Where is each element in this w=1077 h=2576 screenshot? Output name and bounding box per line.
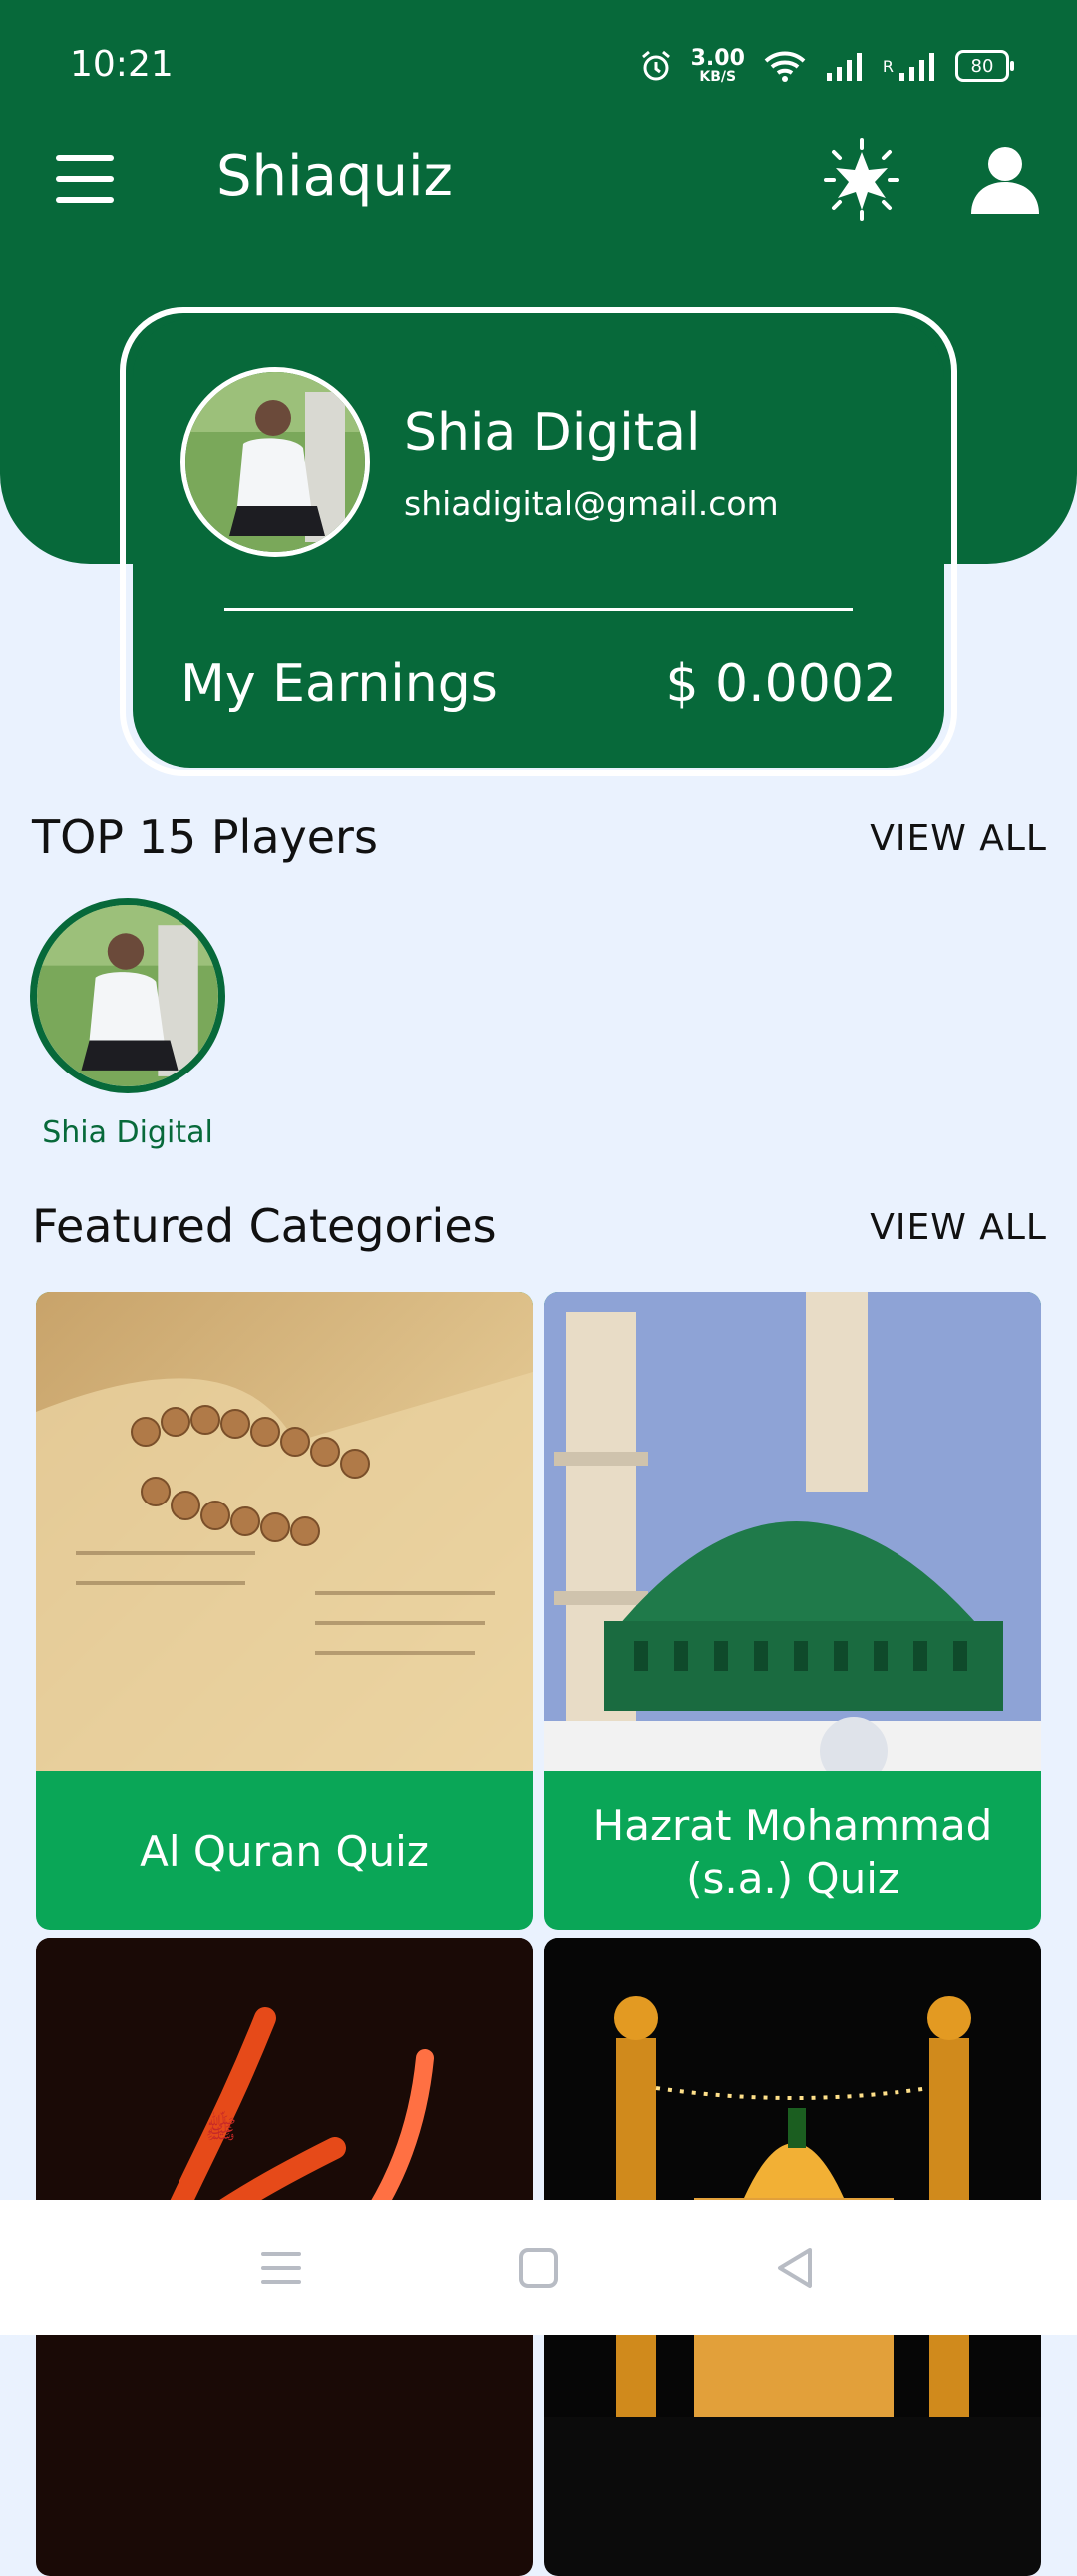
- category-image-mosque: [544, 1292, 1041, 1785]
- top-players-view-all[interactable]: VIEW ALL: [870, 818, 1047, 859]
- earnings-label: My Earnings: [180, 654, 498, 714]
- menu-icon[interactable]: [56, 155, 114, 203]
- signal-icon-2: [899, 53, 934, 81]
- network-speed-unit: KB/S: [699, 69, 737, 85]
- player-item[interactable]: Shia Digital: [30, 898, 225, 1150]
- battery-icon: 80: [955, 50, 1014, 82]
- featured-categories-view-all[interactable]: VIEW ALL: [870, 1207, 1047, 1248]
- status-time: 10:21: [70, 44, 174, 85]
- category-label: [36, 2421, 533, 2576]
- category-card-quran[interactable]: Al Quran Quiz: [36, 1292, 533, 1930]
- status-bar: 10:21 3.00 KB/S R 80: [0, 0, 1077, 130]
- player-avatar[interactable]: [30, 898, 225, 1093]
- player-photo: [37, 905, 218, 1086]
- roaming-indicator: R: [882, 56, 894, 76]
- network-speed-value: 3.00: [690, 46, 745, 71]
- battery-level: 80: [970, 55, 994, 77]
- svg-text:ﷺ: ﷺ: [205, 2110, 236, 2145]
- earnings-value: $ 0.0002: [665, 654, 897, 714]
- profile-icon[interactable]: [965, 140, 1045, 219]
- status-icons: 3.00 KB/S R 80: [639, 38, 1014, 94]
- featured-categories-title: Featured Categories: [32, 1199, 497, 1253]
- category-label: [544, 2421, 1041, 2576]
- category-label: Al Quran Quiz: [140, 1827, 429, 1877]
- back-icon[interactable]: [766, 2238, 826, 2298]
- player-name: Shia Digital: [42, 1115, 213, 1150]
- profile-card[interactable]: Shia Digital shiadigital@gmail.com My Ea…: [133, 319, 944, 768]
- category-card-mohammad[interactable]: Hazrat Mohammad (s.a.) Quiz: [544, 1292, 1041, 1930]
- top-players-title: TOP 15 Players: [32, 810, 378, 864]
- card-divider: [224, 608, 853, 611]
- network-speed: 3.00 KB/S: [690, 46, 745, 85]
- avatar-photo: [185, 372, 365, 552]
- profile-email: shiadigital@gmail.com: [404, 484, 779, 523]
- category-image-shrine: [544, 1938, 1041, 2417]
- star-burst-icon[interactable]: [820, 138, 903, 221]
- wifi-icon: [764, 51, 806, 82]
- signal-icon: [826, 53, 862, 81]
- category-image-quran: [36, 1292, 533, 1771]
- avatar[interactable]: [180, 367, 370, 557]
- recent-apps-icon[interactable]: [251, 2238, 311, 2298]
- category-label: Hazrat Mohammad (s.a.) Quiz: [592, 1801, 993, 1903]
- app-title: Shiaquiz: [216, 144, 453, 209]
- system-nav-bar: [0, 2200, 1077, 2335]
- home-icon[interactable]: [509, 2238, 568, 2298]
- profile-name: Shia Digital: [404, 403, 701, 463]
- category-image-calligraphy: ﷺ: [36, 1938, 533, 2417]
- alarm-icon: [641, 50, 670, 81]
